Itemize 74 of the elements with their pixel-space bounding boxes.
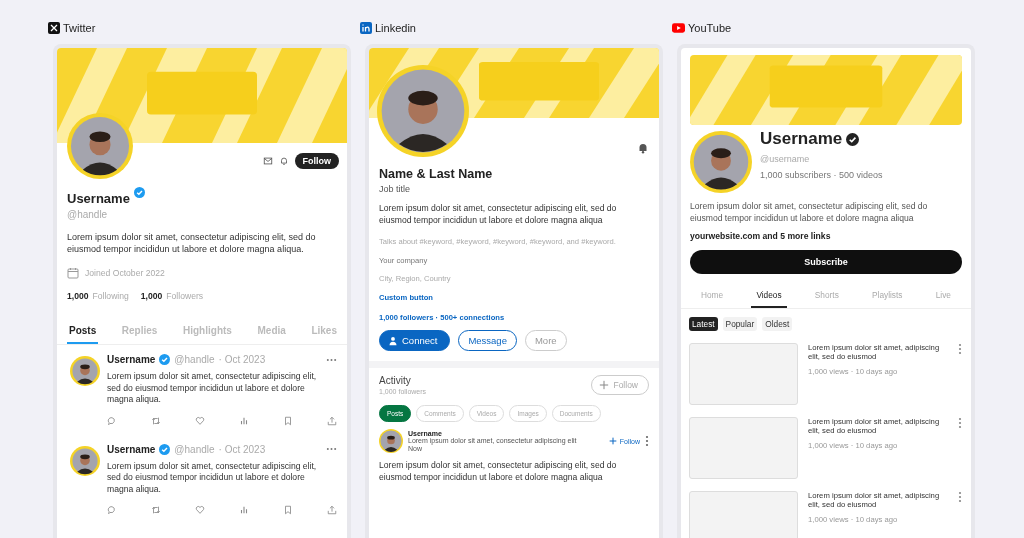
- verified-badge-icon: [133, 187, 145, 198]
- post-text: Lorem ipsum dolor sit amet, consectetur adipiscing elit, sed do eiusmod tempor incididun ut labore et dolore magna aliqua.: [107, 371, 318, 406]
- more-icon[interactable]: [645, 435, 649, 447]
- share-icon[interactable]: [327, 415, 337, 426]
- repost-icon[interactable]: [151, 505, 161, 515]
- verified-badge-icon: [159, 354, 171, 365]
- video-thumbnail[interactable]: [689, 417, 798, 479]
- profile-button[interactable]: Connect: [379, 330, 451, 351]
- bio: Lorem ipsum dolor sit amet, consectetur adipiscing elit, sed do eiusmod tempor incididun ut labore et dolore magna aliqua.: [67, 232, 317, 255]
- channel-handle: @username: [760, 154, 811, 164]
- platform-label: YouTube: [688, 22, 732, 34]
- post-username: Username: [107, 354, 156, 365]
- following-label: Following: [92, 291, 129, 301]
- bar-chart-icon[interactable]: [239, 505, 249, 515]
- tab[interactable]: Videos: [751, 288, 787, 308]
- follow-button[interactable]: Follow: [294, 153, 339, 169]
- more-icon[interactable]: [958, 417, 962, 429]
- joined-date: Joined October 2022: [85, 268, 165, 278]
- bar-chart-icon[interactable]: [239, 415, 249, 426]
- post-date: · Oct 2023: [218, 443, 266, 455]
- post-text: Lorem ipsum dolor sit amet, consectetur adipiscing elit, sed do eiusmod tempor incididun ut labore et dolore magna aliqua.: [107, 460, 318, 495]
- repost-icon[interactable]: [151, 415, 161, 426]
- filter-chip[interactable]: Latest: [689, 317, 718, 331]
- heart-icon[interactable]: [195, 415, 205, 426]
- bio: Lorem ipsum dolor sit amet, consectetur adipiscing elit, sed do eiusmod tempor incididun ut labore et dolore magna aliqua: [690, 201, 929, 224]
- reply-icon[interactable]: [107, 415, 117, 426]
- subscribe-button[interactable]: Subscribe: [690, 250, 962, 274]
- profile-button[interactable]: More: [524, 330, 567, 351]
- bookmark-icon[interactable]: [283, 415, 293, 426]
- profile-name: Name & Last Name: [379, 167, 494, 181]
- more-icon[interactable]: [326, 447, 337, 451]
- post-text: Lorem ipsum dolor sit amet, consectetur adipiscing elit, sed do eiusmod tempor incididun ut labore et dolore magna aliqua: [379, 460, 618, 483]
- reply-icon[interactable]: [107, 505, 117, 515]
- more-icon[interactable]: [326, 357, 337, 362]
- heart-icon[interactable]: [195, 505, 205, 515]
- section-title: Activity: [379, 375, 412, 386]
- bookmark-icon[interactable]: [283, 505, 293, 515]
- calendar-icon: [67, 267, 79, 279]
- bio: Lorem ipsum dolor sit amet, consectetur adipiscing elit, sed do eiusmod tempor incididun ut labore et dolore magna aliqua: [379, 203, 618, 226]
- handle: @handle: [67, 209, 109, 220]
- share-icon[interactable]: [327, 505, 337, 515]
- post-username: Username: [107, 443, 156, 455]
- plus-icon: [599, 380, 610, 390]
- tab[interactable]: Posts: [67, 321, 99, 344]
- video-thumbnail[interactable]: [689, 343, 798, 405]
- username: Username: [67, 191, 130, 206]
- mail-icon[interactable]: [262, 156, 273, 166]
- video-thumbnail[interactable]: [689, 491, 798, 538]
- bell-icon[interactable]: [278, 156, 289, 166]
- person-icon: [388, 335, 398, 346]
- profile-button[interactable]: Message: [458, 330, 517, 351]
- platform-label: Linkedin: [375, 22, 416, 34]
- links[interactable]: yourwebsite.com and 5 more links: [690, 231, 831, 241]
- post-handle: @handle: [174, 354, 215, 365]
- job-title: Job title: [379, 184, 412, 194]
- more-icon[interactable]: [958, 491, 962, 503]
- post-handle: @handle: [174, 443, 215, 455]
- verified-badge-icon: [846, 132, 860, 146]
- verified-badge-icon: [159, 443, 171, 455]
- bell-icon[interactable]: [637, 142, 649, 154]
- followers-count: 1,000: [140, 291, 163, 301]
- channel-stats: 1,000 subscribers · 500 videos: [760, 170, 883, 180]
- filter-chip[interactable]: Oldest: [762, 317, 793, 331]
- following-count: 1,000: [67, 291, 89, 301]
- plus-icon: [608, 437, 617, 445]
- filter-chip[interactable]: Popular: [722, 317, 758, 331]
- platform-label: Twitter: [63, 22, 96, 34]
- channel-name: Username: [760, 129, 843, 149]
- followers-label: Followers: [166, 291, 204, 301]
- youtube-logo-icon: [672, 23, 685, 33]
- x-logo-icon: [48, 22, 60, 34]
- more-icon[interactable]: [958, 343, 962, 355]
- post-date: · Oct 2023: [218, 354, 266, 365]
- linkedin-logo-icon: [360, 22, 372, 34]
